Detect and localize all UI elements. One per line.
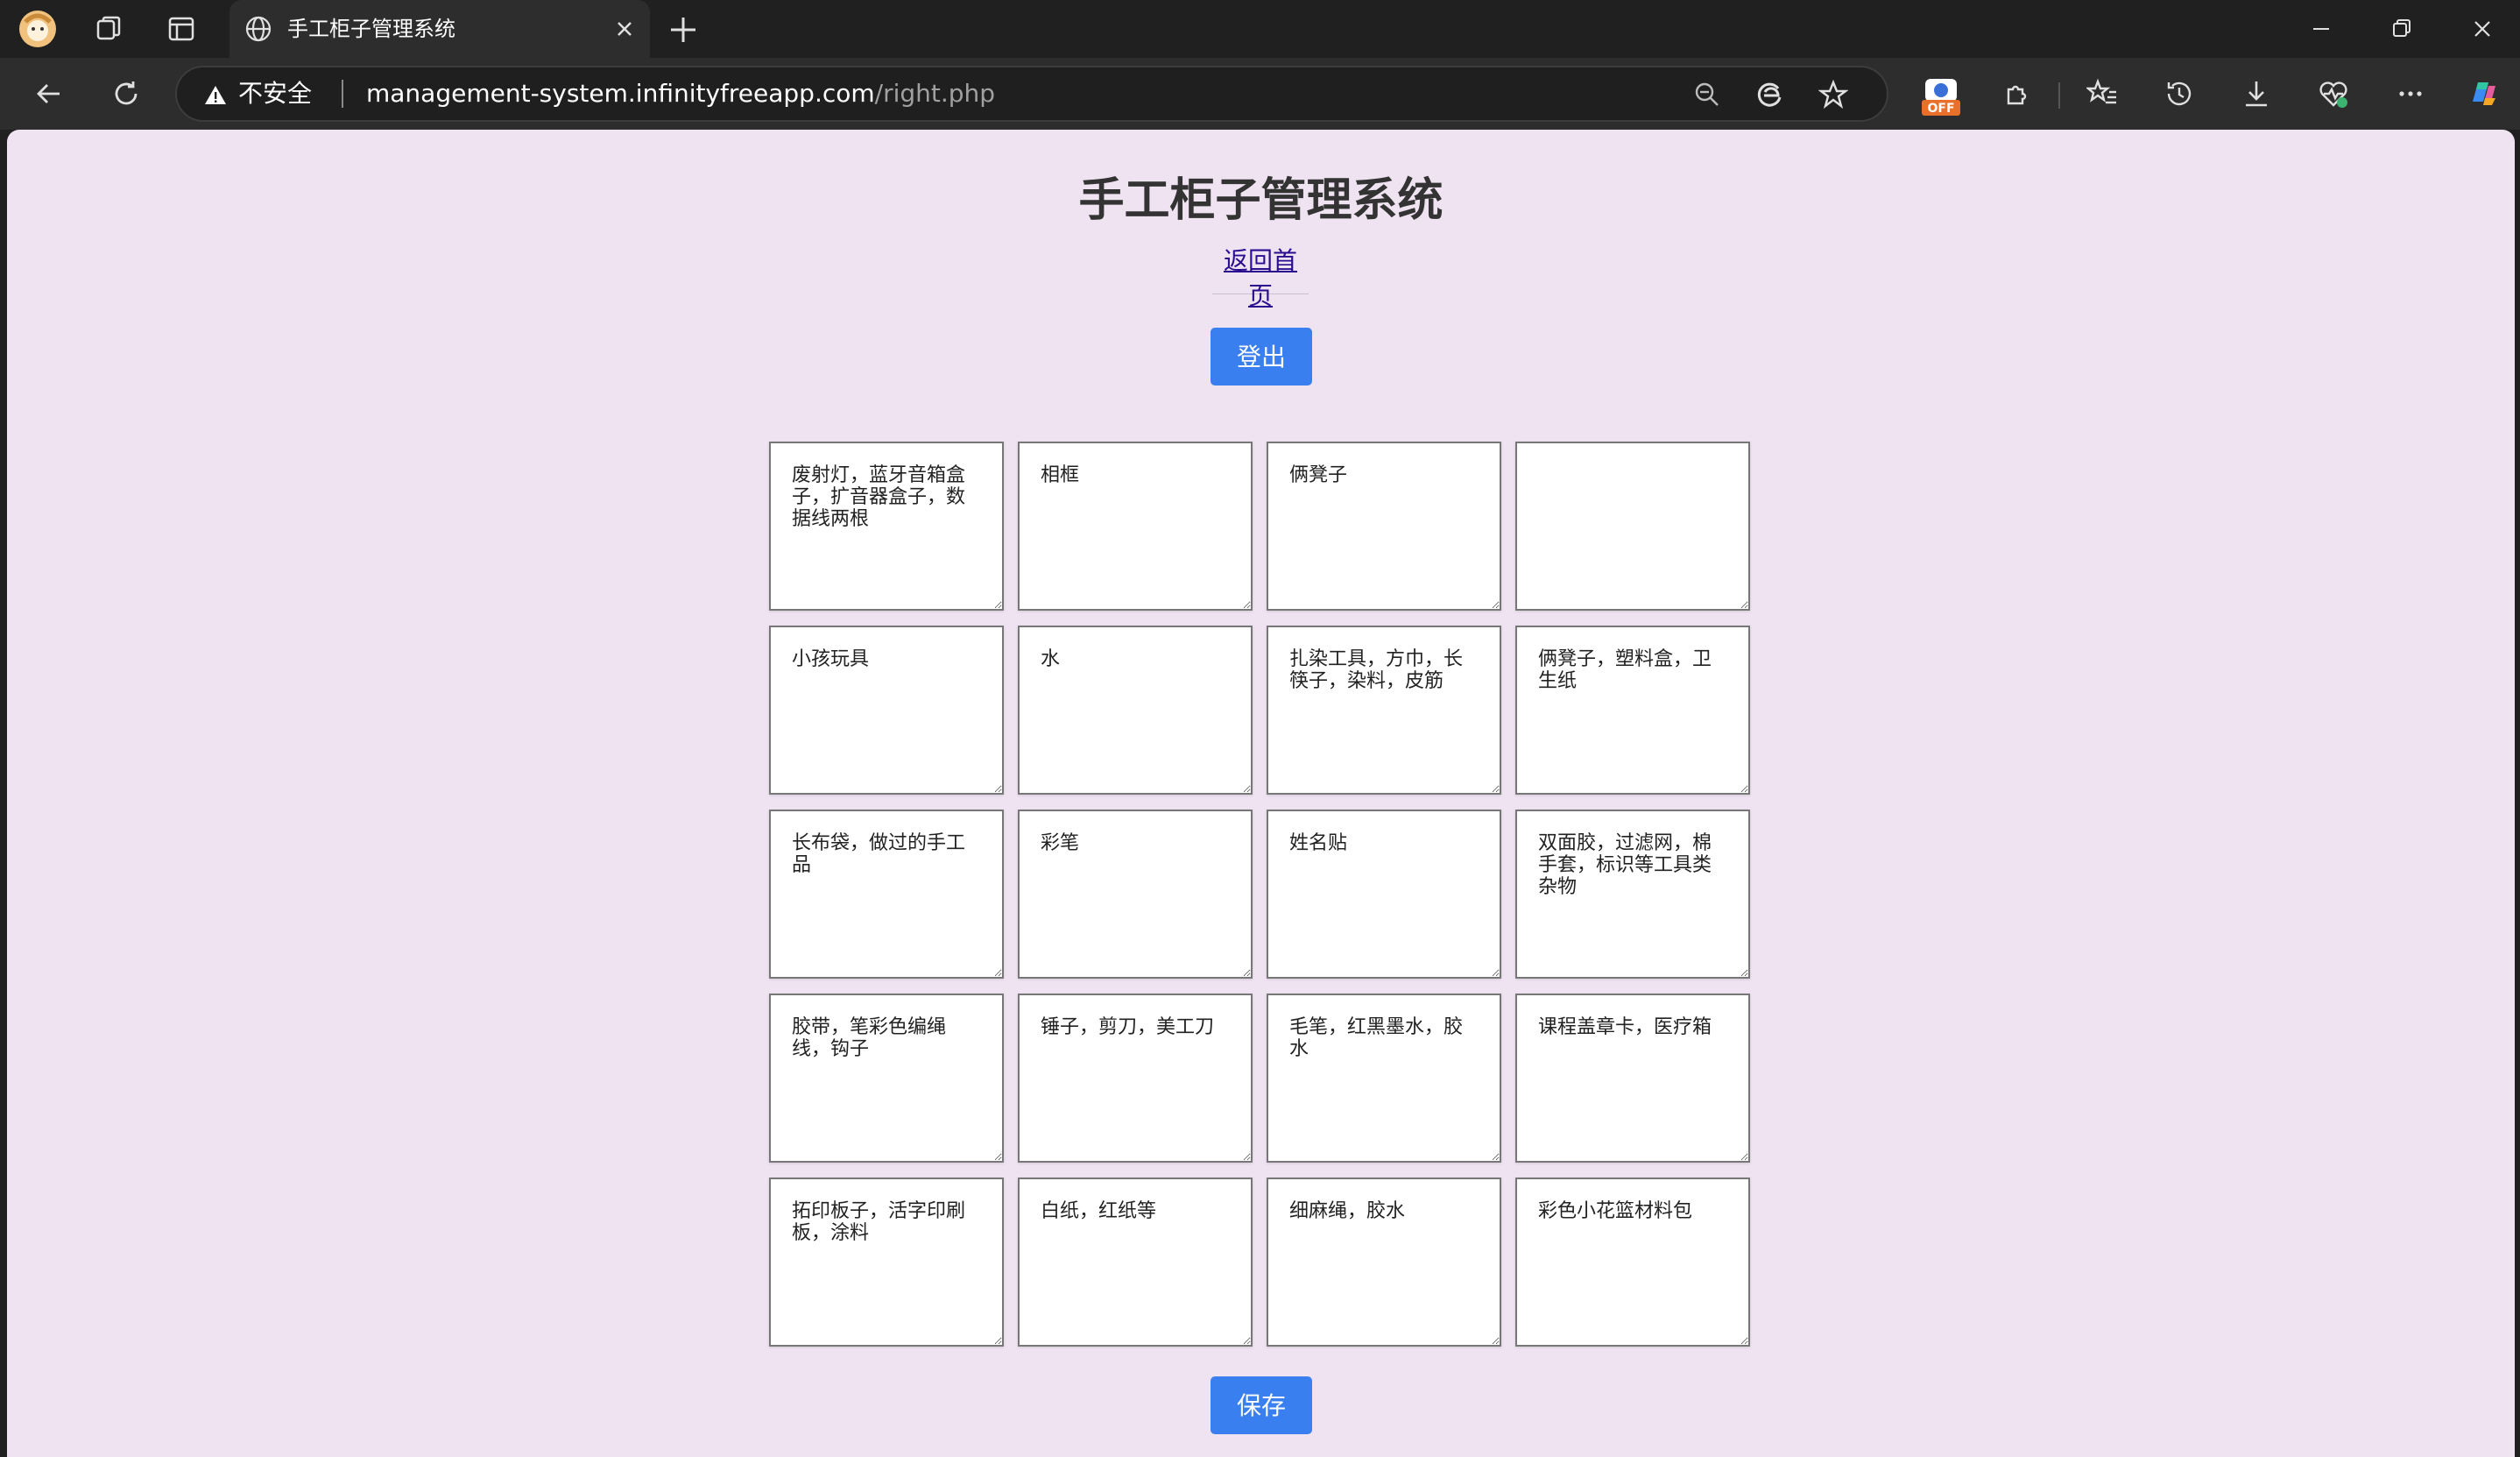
- page-title: 手工柜子管理系统: [1078, 174, 1444, 227]
- profile-avatar[interactable]: [16, 7, 60, 51]
- cabinet-grid: 废射灯，蓝牙音箱盒子，扩音器盒子，数据线两根 相框 俩凳子 小孩玩具 水 扎染工…: [769, 442, 1759, 1347]
- extension-badge-text: OFF: [1927, 102, 1954, 116]
- browser-toolbar: 不安全 management-system.infinityfreeapp.co…: [0, 58, 2520, 130]
- globe-icon: [245, 16, 272, 42]
- cabinet-cell[interactable]: 俩凳子: [1267, 442, 1501, 611]
- home-link[interactable]: 返回首页: [1212, 244, 1309, 310]
- warning-icon: [205, 86, 226, 104]
- tab-bar: 手工柜子管理系统: [0, 0, 2520, 58]
- url-text[interactable]: management-system.infinityfreeapp.com/ri…: [366, 67, 995, 120]
- close-window-icon[interactable]: [2456, 9, 2509, 49]
- cabinet-cell[interactable]: 彩色小花篮材料包: [1515, 1178, 1750, 1347]
- save-button[interactable]: 保存: [1211, 1376, 1312, 1434]
- toolbar-separator: [2058, 82, 2060, 109]
- cabinet-cell[interactable]: 课程盖章卡，医疗箱: [1515, 994, 1750, 1163]
- cabinet-cell[interactable]: 长布袋，做过的手工品: [769, 810, 1004, 979]
- favorite-star-icon[interactable]: [1817, 78, 1850, 111]
- cabinet-cell[interactable]: 水: [1018, 626, 1253, 795]
- cabinet-cell[interactable]: 姓名贴: [1267, 810, 1501, 979]
- copilot-icon[interactable]: [2463, 73, 2505, 115]
- cabinet-cell[interactable]: 扎染工具，方巾，长筷子，染料，皮筋: [1267, 626, 1501, 795]
- cabinet-cell[interactable]: 废射灯，蓝牙音箱盒子，扩音器盒子，数据线两根: [769, 442, 1004, 611]
- cabinet-cell[interactable]: 拓印板子，活字印刷板，涂料: [769, 1178, 1004, 1347]
- address-divider: [342, 80, 343, 108]
- security-label[interactable]: 不安全: [238, 67, 312, 120]
- cabinet-cell[interactable]: 锤子，剪刀，美工刀: [1018, 994, 1253, 1163]
- cabinet-cell[interactable]: 胶带，笔彩色编绳线，钩子: [769, 994, 1004, 1163]
- cabinet-cell[interactable]: 双面胶，过滤网，棉手套，标识等工具类杂物: [1515, 810, 1750, 979]
- new-tab-icon[interactable]: [666, 12, 701, 47]
- logout-button[interactable]: 登出: [1211, 328, 1312, 385]
- url-host: management-system.infinityfreeapp.com: [366, 79, 875, 108]
- back-icon[interactable]: [28, 73, 70, 115]
- url-path: /right.php: [874, 79, 996, 108]
- cabinet-cell[interactable]: 毛笔，红黑墨水，胶水: [1267, 994, 1501, 1163]
- cabinet-cell[interactable]: 彩笔: [1018, 810, 1253, 979]
- zoom-out-icon[interactable]: [1691, 78, 1724, 111]
- page-viewport: 手工柜子管理系统 返回首页 登出 废射灯，蓝牙音箱盒子，扩音器盒子，数据线两根 …: [7, 130, 2515, 1457]
- favorites-icon[interactable]: [2081, 73, 2123, 115]
- cabinet-cell[interactable]: 细麻绳，胶水: [1267, 1178, 1501, 1347]
- close-tab-icon[interactable]: [610, 14, 639, 44]
- extension-off-icon[interactable]: OFF: [1922, 77, 1960, 116]
- edge-read-aloud-icon[interactable]: [1754, 78, 1787, 111]
- cabinet-cell[interactable]: 小孩玩具: [769, 626, 1004, 795]
- restore-icon[interactable]: [2375, 9, 2428, 49]
- reload-icon[interactable]: [105, 73, 147, 115]
- cabinet-cell[interactable]: 俩凳子，塑料盒，卫生纸: [1515, 626, 1750, 795]
- workspaces-icon[interactable]: [88, 7, 131, 51]
- browser-essentials-icon[interactable]: [2312, 73, 2354, 115]
- history-icon[interactable]: [2158, 73, 2200, 115]
- address-bar[interactable]: 不安全 management-system.infinityfreeapp.co…: [175, 66, 1888, 122]
- tab-title: 手工柜子管理系统: [287, 17, 455, 41]
- extensions-icon[interactable]: [1995, 73, 2037, 115]
- more-options-icon[interactable]: [2389, 73, 2432, 115]
- minimize-icon[interactable]: [2295, 9, 2347, 49]
- active-tab[interactable]: 手工柜子管理系统: [229, 0, 650, 58]
- cabinet-cell[interactable]: [1515, 442, 1750, 611]
- downloads-icon[interactable]: [2235, 73, 2277, 115]
- cabinet-cell[interactable]: 相框: [1018, 442, 1253, 611]
- vertical-tabs-icon[interactable]: [159, 7, 203, 51]
- cabinet-cell[interactable]: 白纸，红纸等: [1018, 1178, 1253, 1347]
